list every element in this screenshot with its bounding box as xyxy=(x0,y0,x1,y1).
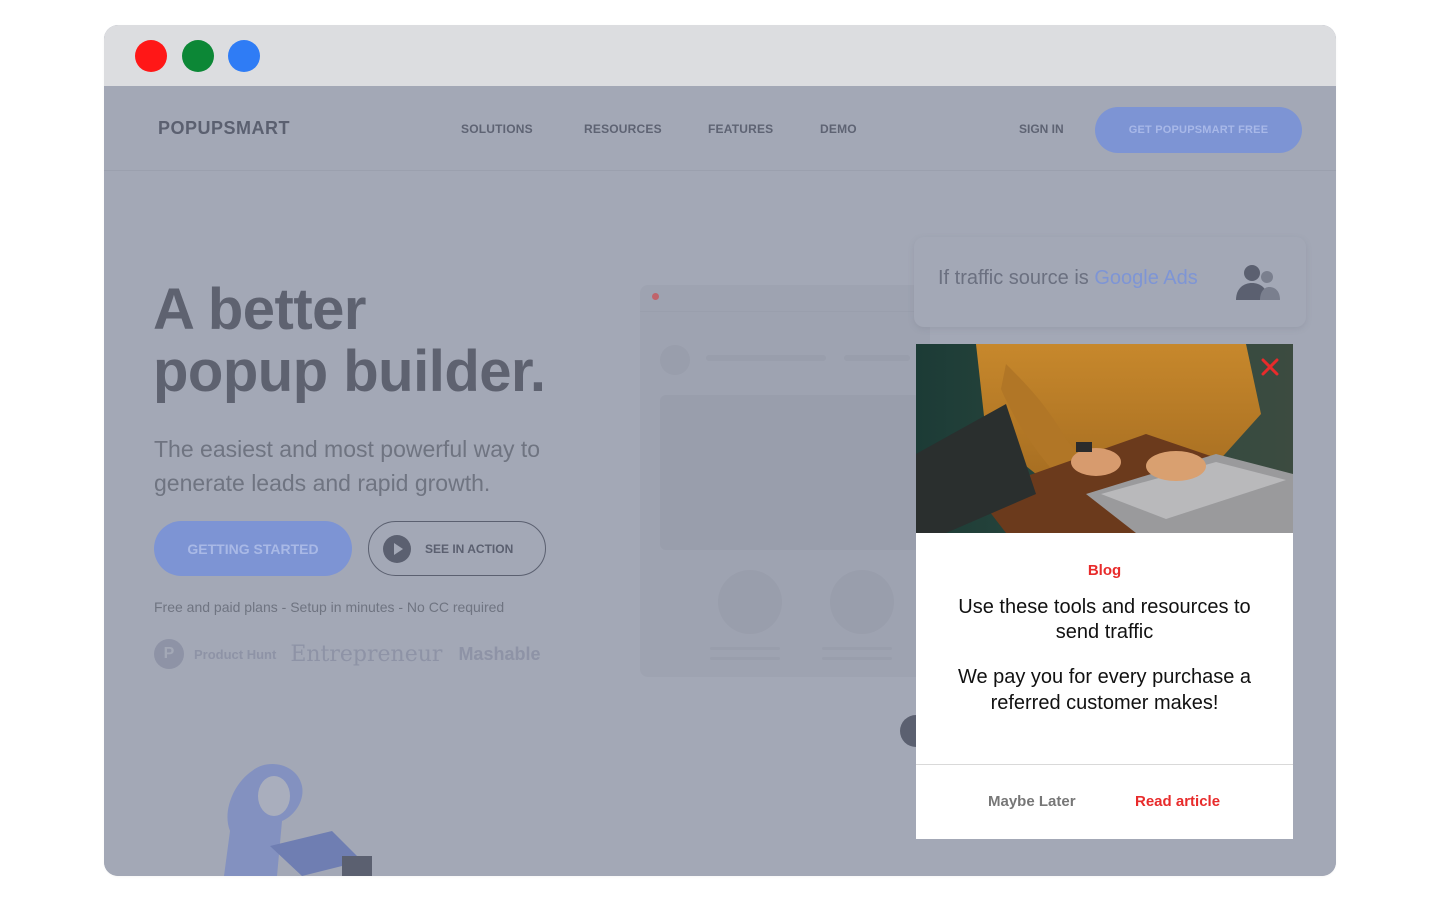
product-hunt-icon: P xyxy=(154,639,184,669)
sign-in-link[interactable]: SIGN IN xyxy=(1019,122,1064,136)
mockup-line xyxy=(822,647,892,650)
close-icon[interactable] xyxy=(1259,356,1281,378)
title-bar xyxy=(104,25,1336,86)
maybe-later-button[interactable]: Maybe Later xyxy=(988,793,1076,810)
hero-title: A better popup builder. xyxy=(153,279,546,403)
read-article-button[interactable]: Read article xyxy=(1135,793,1220,810)
zoom-window-button[interactable] xyxy=(228,40,260,72)
blog-popup: Blog Use these tools and resources to se… xyxy=(916,344,1293,839)
app-mockup-illustration xyxy=(640,285,930,677)
mockup-avatar xyxy=(660,345,690,375)
traffic-source-name: Google Ads xyxy=(1094,267,1198,289)
popup-heading: Use these tools and resources to send tr… xyxy=(958,596,1251,643)
popupsmart-logo[interactable]: POPUPSMART xyxy=(158,118,290,139)
people-icon xyxy=(1236,265,1280,300)
mockup-circle xyxy=(830,570,894,634)
plans-note: Free and paid plans - Setup in minutes -… xyxy=(154,599,505,615)
nav-link-features[interactable]: FEATURES xyxy=(708,122,773,136)
mashable-logo: Mashable xyxy=(458,643,541,664)
traffic-source-card: If traffic source is Google Ads xyxy=(914,237,1306,327)
see-in-action-label: SEE IN ACTION xyxy=(425,541,514,556)
laptop-typing-photo xyxy=(916,344,1293,533)
mockup-line xyxy=(822,657,892,660)
get-popupsmart-free-button[interactable]: GET POPUPSMART FREE xyxy=(1095,107,1302,153)
hero-title-line-2: popup builder. xyxy=(153,339,546,404)
see-in-action-button[interactable]: SEE IN ACTION xyxy=(368,521,546,576)
mockup-toolbar xyxy=(640,285,930,312)
close-window-button[interactable] xyxy=(135,40,167,72)
mockup-circle xyxy=(718,570,782,634)
getting-started-button[interactable]: GETTING STARTED xyxy=(154,521,352,576)
hero-title-line-1: A better xyxy=(153,277,366,342)
mockup-line xyxy=(710,647,780,650)
hero-subtitle: The easiest and most powerful way to gen… xyxy=(154,436,541,496)
woman-reading-illustration xyxy=(224,763,372,876)
minimize-window-button[interactable] xyxy=(182,40,214,72)
product-hunt-logo: Product Hunt xyxy=(194,646,277,662)
press-logos: P Product Hunt Entrepreneur Mashable xyxy=(154,639,540,669)
nav-link-solutions[interactable]: SOLUTIONS xyxy=(461,122,533,136)
traffic-source-text: If traffic source is Google Ads xyxy=(938,267,1198,290)
traffic-source-prefix: If traffic source is xyxy=(938,267,1089,289)
popup-body-text: We pay you for every purchase a referred… xyxy=(957,666,1252,714)
mockup-line xyxy=(710,657,780,660)
mockup-line xyxy=(706,355,826,361)
mockup-dot xyxy=(652,293,659,300)
nav-link-resources[interactable]: RESOURCES xyxy=(584,122,662,136)
mockup-panel xyxy=(660,395,920,550)
entrepreneur-logo: Entrepreneur xyxy=(290,641,443,667)
play-icon xyxy=(383,534,411,563)
popup-divider xyxy=(916,764,1293,765)
mockup-line xyxy=(844,355,910,361)
popup-category-tag: Blog xyxy=(1087,562,1122,579)
nav-link-demo[interactable]: DEMO xyxy=(820,122,857,136)
top-navigation: POPUPSMART SOLUTIONS RESOURCES FEATURES … xyxy=(104,86,1336,171)
